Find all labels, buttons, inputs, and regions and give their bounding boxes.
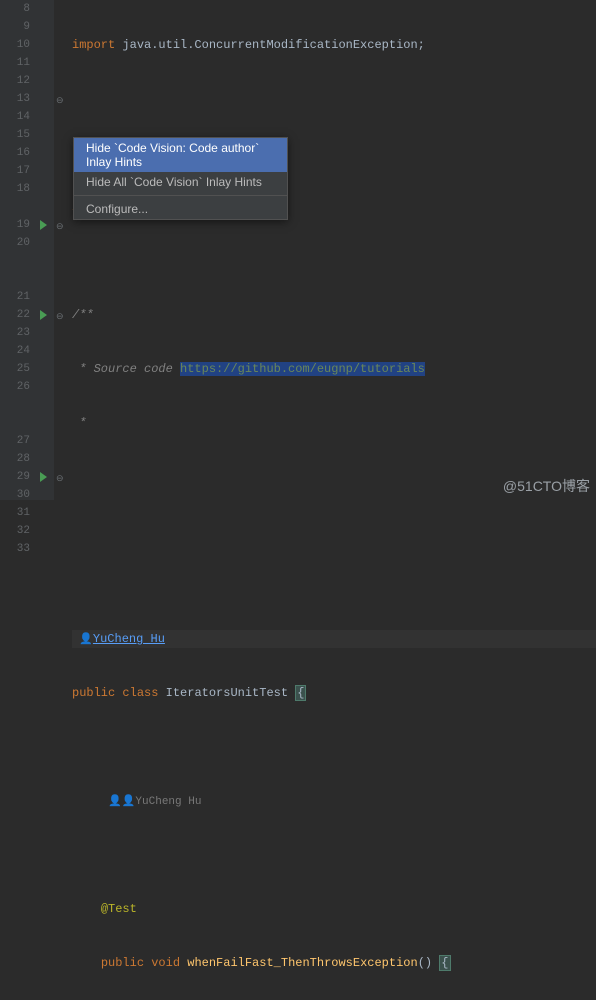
fold-toggle-icon[interactable]: ⊖ [54, 306, 68, 324]
context-menu: Hide `Code Vision: Code author` Inlay Hi… [73, 137, 288, 220]
code-text: java.util.ConcurrentModificationExceptio… [115, 38, 425, 52]
menu-separator [74, 195, 287, 196]
code-vision-author-icon [79, 634, 93, 646]
line-number: 30 [0, 486, 30, 504]
line-number [0, 396, 30, 414]
line-number: 32 [0, 522, 30, 540]
run-gutter [38, 0, 54, 500]
line-number: 26 [0, 378, 30, 396]
javadoc-text: * Source code [72, 362, 180, 376]
code-vision-author[interactable]: YuCheng Hu [122, 796, 202, 808]
line-number: 14 [0, 108, 30, 126]
line-number: 23 [0, 324, 30, 342]
fold-toggle-icon[interactable]: ⊖ [54, 216, 68, 234]
menu-configure[interactable]: Configure... [74, 199, 287, 219]
fold-toggle-icon[interactable]: ⊖ [54, 90, 68, 108]
line-number: 16 [0, 144, 30, 162]
keyword: void [144, 956, 180, 970]
watermark: @51CTO博客 [503, 476, 590, 496]
line-number: 27 [0, 432, 30, 450]
keyword: class [115, 686, 158, 700]
line-number: 8 [0, 0, 30, 18]
run-test-icon[interactable] [38, 468, 54, 486]
line-number: 18 [0, 180, 30, 198]
menu-hide-all-code-vision-hints[interactable]: Hide All `Code Vision` Inlay Hints [74, 172, 287, 192]
url-link[interactable]: https://github.com/eugnp/tutorials [180, 362, 425, 376]
line-number: 21 [0, 288, 30, 306]
line-number: 13 [0, 90, 30, 108]
line-number: 31 [0, 504, 30, 522]
line-number: 19 [0, 216, 30, 234]
code-text: () [418, 956, 440, 970]
line-number: 10 [0, 36, 30, 54]
code-vision-author-icon [108, 796, 122, 808]
keyword: import [72, 38, 115, 52]
method-name: whenFailFast_ThenThrowsException [180, 956, 418, 970]
line-number [0, 414, 30, 432]
keyword: public [101, 956, 144, 970]
line-number: 29 [0, 468, 30, 486]
line-number: 28 [0, 450, 30, 468]
fold-toggle-icon[interactable]: ⊖ [54, 468, 68, 486]
line-number: 15 [0, 126, 30, 144]
line-number: 11 [0, 54, 30, 72]
line-number [0, 270, 30, 288]
brace: { [295, 685, 306, 701]
line-number: 17 [0, 162, 30, 180]
javadoc-text: * [72, 416, 86, 430]
line-number: 9 [0, 18, 30, 36]
line-number [0, 198, 30, 216]
line-number: 20 [0, 234, 30, 252]
code-vision-author-link[interactable]: YuCheng Hu [93, 632, 165, 646]
line-number: 22 [0, 306, 30, 324]
code-editor: 8 9 10 11 12 13 14 15 16 17 18 19 20 21 … [0, 0, 596, 500]
javadoc-open: /** [72, 308, 94, 322]
class-name: IteratorsUnitTest [158, 686, 295, 700]
line-number [0, 252, 30, 270]
run-test-icon[interactable] [38, 216, 54, 234]
line-number: 33 [0, 540, 30, 558]
fold-gutter: ⊖ ⊖ ⊖ ⊖ [54, 0, 68, 500]
brace: { [439, 955, 450, 971]
menu-hide-code-author-hints[interactable]: Hide `Code Vision: Code author` Inlay Hi… [74, 138, 287, 172]
run-test-icon[interactable] [38, 306, 54, 324]
code-area[interactable]: import java.util.ConcurrentModificationE… [68, 0, 596, 500]
annotation: @Test [101, 902, 137, 916]
line-number: 25 [0, 360, 30, 378]
line-number: 12 [0, 72, 30, 90]
keyword: public [72, 686, 115, 700]
line-number: 24 [0, 342, 30, 360]
line-number-gutter: 8 9 10 11 12 13 14 15 16 17 18 19 20 21 … [0, 0, 38, 500]
